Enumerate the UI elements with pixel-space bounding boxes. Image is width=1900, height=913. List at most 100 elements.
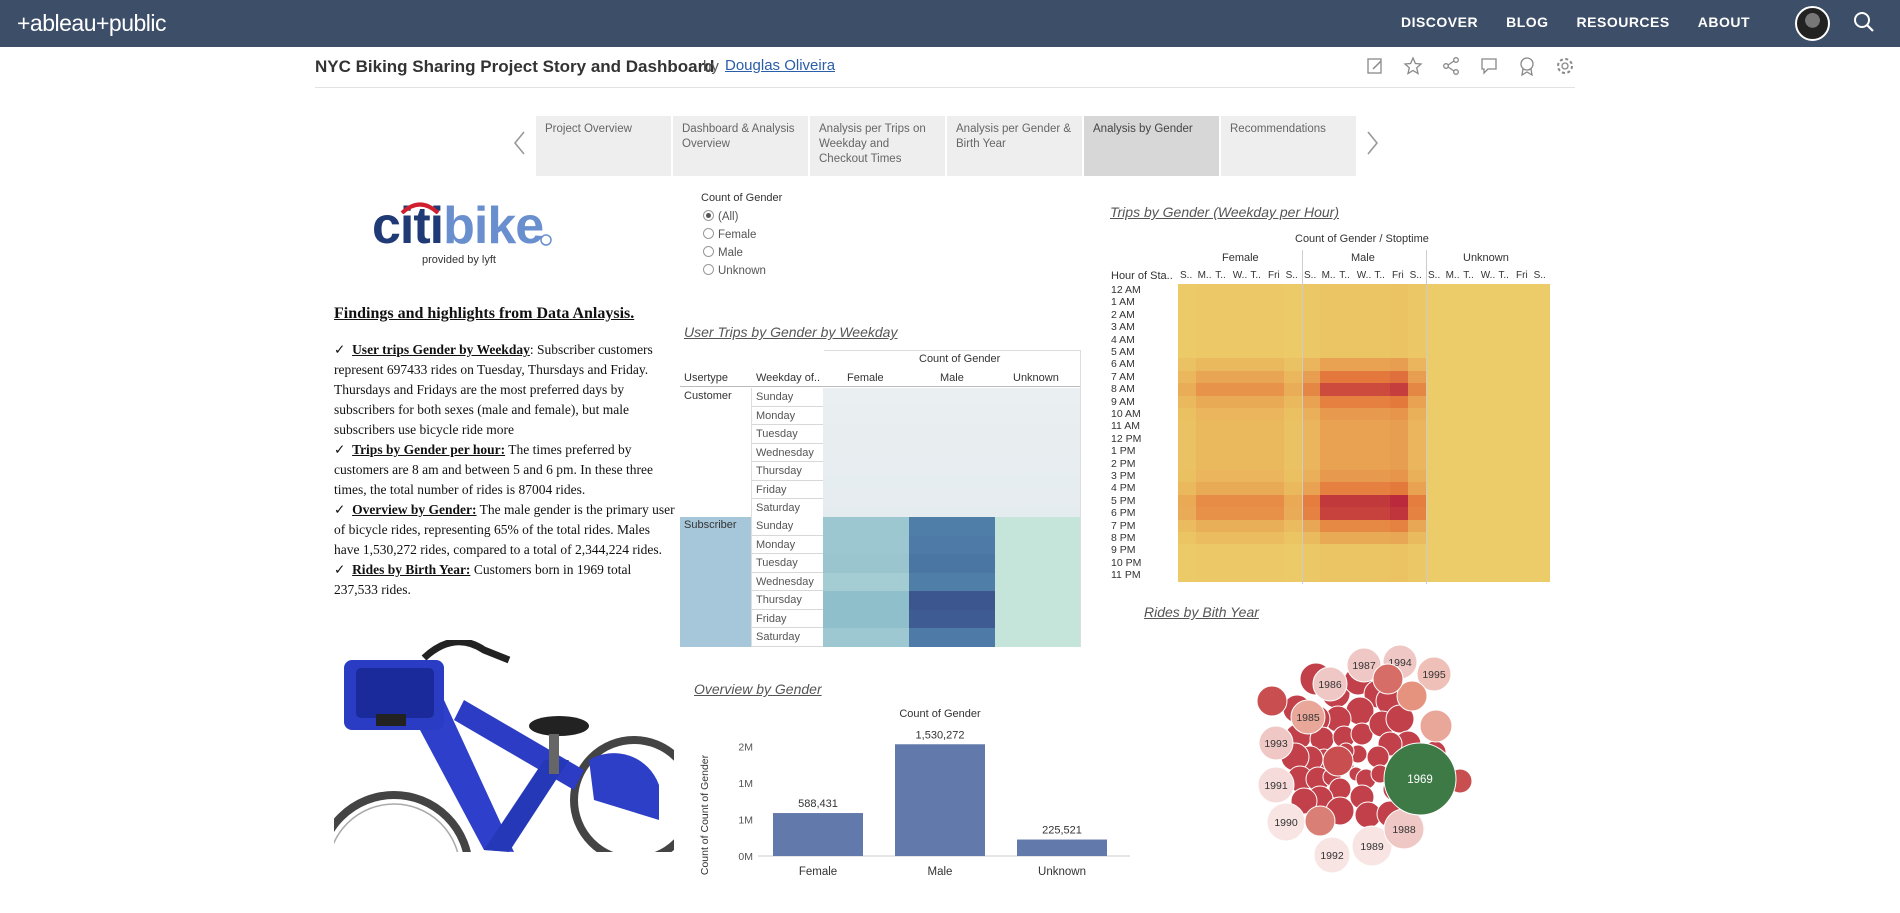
heatmap-cell[interactable] <box>1178 544 1197 558</box>
heatmap-cell[interactable] <box>1283 395 1302 409</box>
story-point-2[interactable]: Dashboard & Analysis Overview <box>673 116 808 176</box>
heatmap-cell[interactable] <box>1426 507 1445 521</box>
heatmap-cell[interactable] <box>1478 556 1497 570</box>
heatmap-cell[interactable] <box>1372 358 1391 372</box>
filter-option-male[interactable]: Male <box>703 246 743 259</box>
heatmap-cell[interactable] <box>1302 445 1321 459</box>
heatmap-cell[interactable] <box>1531 333 1550 347</box>
heatmap-cell[interactable] <box>1319 457 1338 471</box>
heatmap-cell[interactable] <box>1178 321 1197 335</box>
badge-icon[interactable] <box>1517 56 1537 76</box>
heatmap-cell[interactable] <box>1178 532 1197 545</box>
heatmap-cell[interactable] <box>1478 395 1497 409</box>
heatmap-cell[interactable] <box>1302 494 1321 508</box>
heatmap-cell[interactable] <box>1178 383 1197 397</box>
heatmap-cell[interactable] <box>1302 470 1321 483</box>
heatmap-cell[interactable] <box>1531 544 1550 558</box>
heatmap-cell[interactable] <box>1354 308 1373 322</box>
heatmap-cell[interactable] <box>1461 321 1480 335</box>
heatmap-cell[interactable] <box>1372 544 1391 558</box>
heatmap-cell[interactable] <box>1337 556 1356 570</box>
heatmap-cell[interactable] <box>1319 346 1338 359</box>
heatmap-cell[interactable] <box>1178 507 1197 521</box>
subscriber-unknown-cell[interactable] <box>995 535 1080 555</box>
heatmap-cell[interactable] <box>1195 519 1214 533</box>
heatmap-cell[interactable] <box>1496 358 1515 372</box>
heatmap-cell[interactable] <box>1372 532 1391 545</box>
heatmap-cell[interactable] <box>1248 507 1267 521</box>
heatmap-cell[interactable] <box>1461 420 1480 434</box>
heatmap-cell[interactable] <box>1478 519 1497 533</box>
heatmap-cell[interactable] <box>1496 457 1515 471</box>
heatmap-cell[interactable] <box>1354 284 1373 297</box>
heatmap-cell[interactable] <box>1372 457 1391 471</box>
heatmap-cell[interactable] <box>1426 358 1445 372</box>
heatmap-cell[interactable] <box>1426 395 1445 409</box>
heatmap-cell[interactable] <box>1248 296 1267 310</box>
subscriber-male-cell[interactable] <box>909 554 995 573</box>
heatmap-cell[interactable] <box>1372 370 1391 384</box>
heatmap-cell[interactable] <box>1531 284 1550 297</box>
heatmap-cell[interactable] <box>1390 321 1409 335</box>
heatmap-cell[interactable] <box>1354 370 1373 384</box>
heatmap-cell[interactable] <box>1178 333 1197 347</box>
heatmap-cell[interactable] <box>1302 346 1321 359</box>
heatmap-cell[interactable] <box>1407 507 1426 521</box>
heatmap-cell[interactable] <box>1496 544 1515 558</box>
heatmap-cell[interactable] <box>1407 346 1426 359</box>
story-prev-arrow[interactable] <box>510 128 530 158</box>
heatmap-cell[interactable] <box>1496 532 1515 545</box>
heatmap-cell[interactable] <box>1319 532 1338 545</box>
heatmap-cell[interactable] <box>1230 346 1249 359</box>
heatmap-cell[interactable] <box>1354 383 1373 397</box>
heatmap-cell[interactable] <box>1496 296 1515 310</box>
heatmap-cell[interactable] <box>1266 408 1285 421</box>
heatmap-cell[interactable] <box>1478 432 1497 446</box>
heatmap-cell[interactable] <box>1531 321 1550 335</box>
heatmap-cell[interactable] <box>1302 333 1321 347</box>
heatmap-cell[interactable] <box>1531 507 1550 521</box>
heatmap-cell[interactable] <box>1496 556 1515 570</box>
heatmap-cell[interactable] <box>1213 457 1232 471</box>
heatmap-cell[interactable] <box>1178 432 1197 446</box>
heatmap-cell[interactable] <box>1213 296 1232 310</box>
heatmap-cell[interactable] <box>1390 544 1409 558</box>
heatmap-cell[interactable] <box>1302 358 1321 372</box>
heatmap-cell[interactable] <box>1178 346 1197 359</box>
heatmap-cell[interactable] <box>1337 569 1356 583</box>
heatmap-cell[interactable] <box>1178 470 1197 483</box>
heatmap-cell[interactable] <box>1390 457 1409 471</box>
heatmap-cell[interactable] <box>1337 532 1356 545</box>
heatmap-cell[interactable] <box>1426 532 1445 545</box>
heatmap-cell[interactable] <box>1195 482 1214 496</box>
heatmap-cell[interactable] <box>1461 296 1480 310</box>
heatmap-cell[interactable] <box>1426 408 1445 421</box>
heatmap-cell[interactable] <box>1213 370 1232 384</box>
heatmap-cell[interactable] <box>1319 494 1338 508</box>
heatmap-cell[interactable] <box>1390 569 1409 583</box>
heatmap-cell[interactable] <box>1461 470 1480 483</box>
heatmap-cell[interactable] <box>1372 507 1391 521</box>
heatmap-cell[interactable] <box>1213 321 1232 335</box>
heatmap-cell[interactable] <box>1478 544 1497 558</box>
heatmap-cell[interactable] <box>1354 544 1373 558</box>
heatmap-cell[interactable] <box>1283 470 1302 483</box>
heatmap-cell[interactable] <box>1283 358 1302 372</box>
heatmap-cell[interactable] <box>1302 556 1321 570</box>
heatmap-cell[interactable] <box>1302 420 1321 434</box>
heatmap-cell[interactable] <box>1213 346 1232 359</box>
heatmap-cell[interactable] <box>1478 482 1497 496</box>
heatmap-cell[interactable] <box>1390 420 1409 434</box>
heatmap-cell[interactable] <box>1319 470 1338 483</box>
heatmap-cell[interactable] <box>1531 346 1550 359</box>
subscriber-female-cell[interactable] <box>823 609 909 629</box>
heatmap-cell[interactable] <box>1496 308 1515 322</box>
heatmap-cell[interactable] <box>1283 333 1302 347</box>
heatmap-cell[interactable] <box>1478 569 1497 583</box>
heatmap-cell[interactable] <box>1266 346 1285 359</box>
heatmap-cell[interactable] <box>1372 420 1391 434</box>
heatmap-cell[interactable] <box>1478 457 1497 471</box>
heatmap-cell[interactable] <box>1496 482 1515 496</box>
heatmap-cell[interactable] <box>1337 494 1356 508</box>
heatmap-cell[interactable] <box>1213 519 1232 533</box>
